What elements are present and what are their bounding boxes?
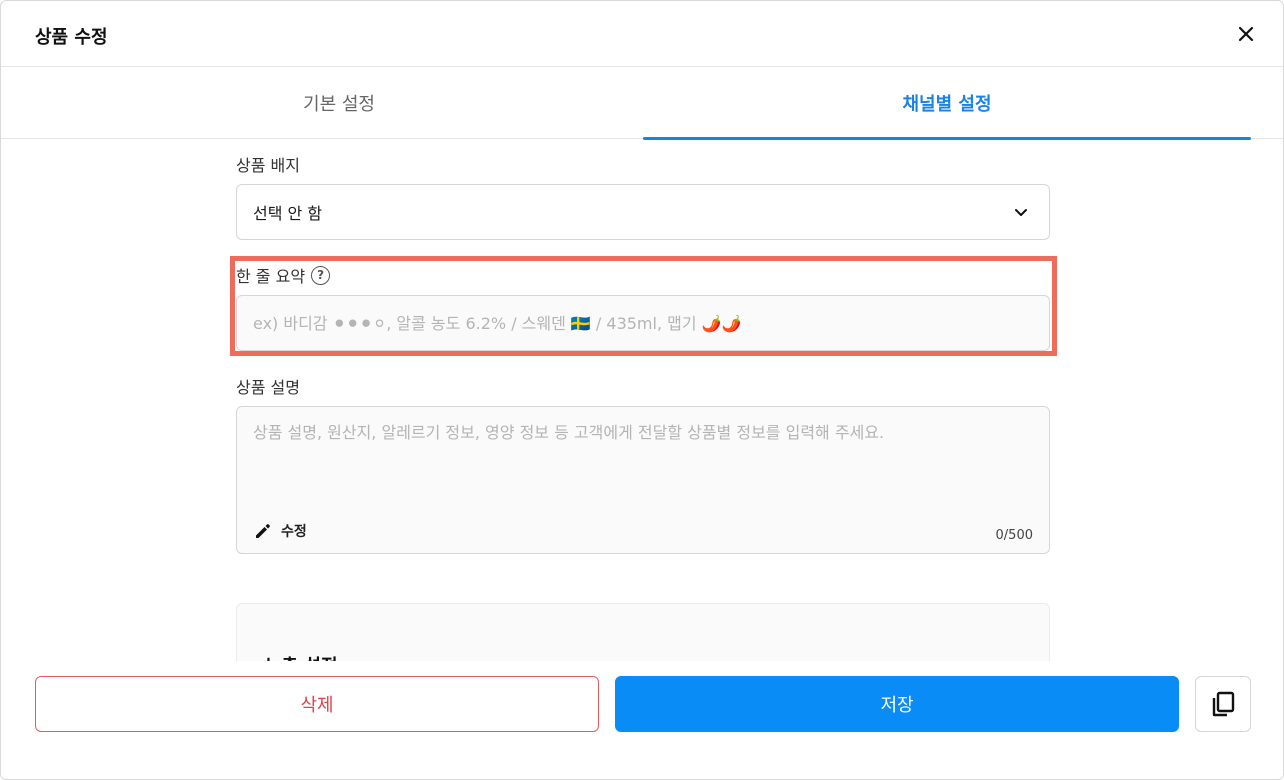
modal-title: 상품 수정 bbox=[35, 27, 108, 48]
summary-label: 한 줄 요약 bbox=[236, 267, 306, 286]
edit-product-modal: 상품 수정 기본 설정 채널별 설정 상품 배지 선택 안 함 한 줄 요약 ?… bbox=[0, 0, 1284, 780]
tab-channel-settings[interactable]: 채널별 설정 bbox=[643, 67, 1251, 140]
modal-header: 상품 수정 bbox=[1, 1, 1283, 67]
duplicate-button[interactable] bbox=[1195, 676, 1251, 732]
delete-button[interactable]: 삭제 bbox=[35, 676, 599, 732]
chevron-down-icon bbox=[1015, 209, 1027, 216]
close-button[interactable] bbox=[1233, 21, 1259, 47]
badge-label: 상품 배지 bbox=[236, 156, 300, 175]
badge-select[interactable]: 선택 안 함 bbox=[236, 184, 1050, 240]
description-label: 상품 설명 bbox=[236, 378, 300, 397]
edit-button[interactable]: 수정 bbox=[253, 521, 307, 541]
character-counter: 0/500 bbox=[995, 528, 1033, 543]
tab-basic-settings[interactable]: 기본 설정 bbox=[35, 67, 643, 139]
copy-icon bbox=[1212, 691, 1235, 717]
save-button[interactable]: 저장 bbox=[615, 676, 1179, 732]
description-field: 수정 0/500 bbox=[236, 406, 1050, 554]
summary-input[interactable] bbox=[236, 295, 1050, 351]
help-icon[interactable]: ? bbox=[311, 265, 331, 285]
close-icon bbox=[1238, 26, 1254, 42]
modal-footer: 삭제 저장 bbox=[1, 661, 1283, 779]
pencil-icon bbox=[256, 524, 270, 538]
edit-button-label: 수정 bbox=[281, 524, 307, 540]
tab-bar: 기본 설정 채널별 설정 bbox=[1, 67, 1283, 140]
badge-select-value: 선택 안 함 bbox=[253, 204, 323, 223]
exposure-settings-title: 노출 설정 bbox=[265, 652, 338, 661]
description-textarea[interactable] bbox=[237, 407, 1049, 507]
form-content: 상품 배지 선택 안 함 한 줄 요약 ? 상품 설명 수정 0/500 bbox=[1, 139, 1283, 661]
summary-label-row: 한 줄 요약 ? bbox=[236, 263, 331, 287]
exposure-settings-card: 노출 설정 bbox=[236, 603, 1050, 661]
